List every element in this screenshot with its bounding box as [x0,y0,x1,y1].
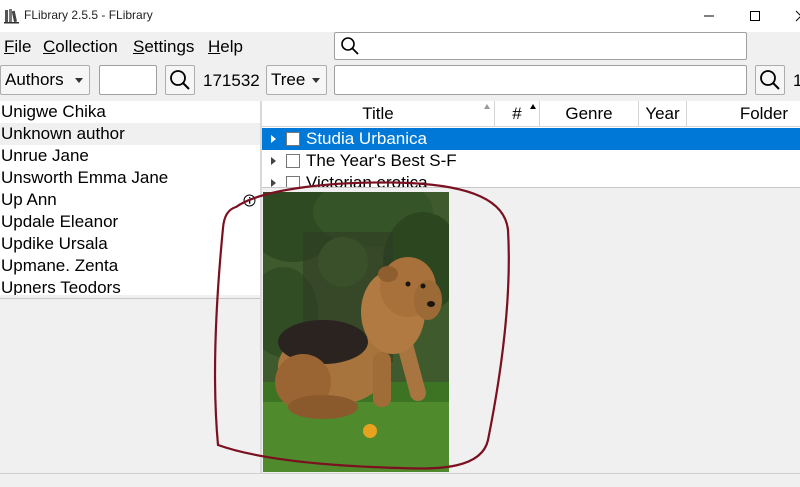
title-bar: FLibrary 2.5.5 - FLibrary [0,0,800,32]
minimize-button[interactable] [686,0,732,32]
book-count: 171532 [203,71,260,90]
list-item[interactable]: Upmane. Zenta [0,255,260,277]
sort-arrow-icon [530,104,536,109]
list-item[interactable]: Upners Teodors [0,277,260,295]
search-icon [760,70,780,90]
annotation-panel [0,298,260,473]
chevron-down-icon [312,78,320,83]
sort-arrow-icon [484,104,490,109]
authors-list[interactable]: Unigwe Chika Unknown author Unrue Jane U… [0,101,260,295]
chevron-right-icon[interactable] [271,179,276,187]
table-row[interactable]: Victorian erotica [262,172,800,188]
table-row[interactable]: The Year's Best S-F [262,150,800,172]
chevron-right-icon[interactable] [271,157,276,165]
column-header-number[interactable]: # [495,101,540,127]
search-icon [341,37,359,55]
maximize-icon [750,11,760,21]
book-search-button[interactable] [755,65,785,95]
navigation-mode-select[interactable]: Authors [0,65,90,95]
search-icon [170,70,190,90]
chevron-right-icon[interactable] [271,135,276,143]
close-icon [795,10,800,22]
row-title: Victorian erotica [306,173,428,188]
books-table[interactable]: Title # Genre Year Folder Studia Urbanic… [262,101,800,188]
maximize-button[interactable] [732,0,778,32]
author-filter-input[interactable] [99,65,157,95]
book-filter-input[interactable] [334,65,747,95]
toolbar: Authors 171532 Tree 1 [0,64,800,98]
author-search-button[interactable] [165,65,195,95]
row-checkbox[interactable] [286,176,300,187]
chevron-down-icon [75,78,83,83]
menu-file[interactable]: File [4,37,31,57]
toolbar-trailing-text: 1 [793,71,800,90]
view-mode-select[interactable]: Tree [266,65,327,95]
close-button[interactable] [778,0,800,32]
list-item[interactable]: Up Ann [0,189,260,211]
row-title: The Year's Best S-F [306,151,457,170]
info-icon[interactable] [243,194,256,207]
list-item[interactable]: Unigwe Chika [0,101,260,123]
table-header: Title # Genre Year Folder [262,101,800,127]
menu-help[interactable]: Help [208,37,243,57]
global-search-input[interactable] [334,32,747,60]
column-header-folder[interactable]: Folder [687,101,800,127]
column-header-genre[interactable]: Genre [540,101,639,127]
menu-settings[interactable]: Settings [133,37,194,57]
airedale-dog-on-grass [263,192,449,472]
menu-collection[interactable]: Collection [43,37,118,57]
list-item[interactable]: Updale Eleanor [0,211,260,233]
list-item[interactable]: Unknown author [0,123,260,145]
window-title: FLibrary 2.5.5 - FLibrary [24,8,153,22]
table-row[interactable]: Studia Urbanica [262,128,800,150]
list-item[interactable]: Unrue Jane [0,145,260,167]
list-item[interactable]: Unsworth Emma Jane [0,167,260,189]
column-header-year[interactable]: Year [639,101,687,127]
row-checkbox[interactable] [286,154,300,168]
column-header-title[interactable]: Title [262,101,495,127]
list-item[interactable]: Updike Ursala [0,233,260,255]
books-icon [4,9,19,24]
row-title: Studia Urbanica [306,129,427,148]
book-cover-image [263,192,449,472]
status-bar [0,473,800,487]
row-checkbox[interactable] [286,132,300,146]
minimize-icon [704,15,714,17]
